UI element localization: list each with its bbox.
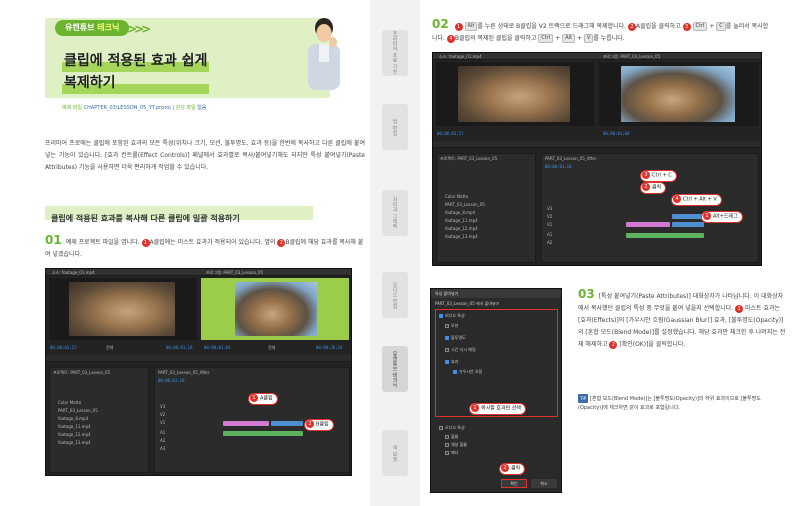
example-file-info: 예제 파일 CHAPTER_03\LESSON_05_YT.prproj | 완… (62, 105, 207, 111)
section-heading: 클립에 적용된 효과를 복사해 다른 클립에 일괄 적용하기 (45, 206, 313, 223)
chevron-decoration-icon: >>>> (120, 22, 151, 36)
callout-ok-click: 2 클릭 (499, 463, 526, 475)
opt-motion[interactable]: 모션 (445, 323, 458, 329)
callout-copy-effect: 1 복사할 효과만 선택 (469, 403, 526, 415)
audio-clip[interactable] (223, 431, 303, 436)
chapter-tab-6[interactable]: 색 보정 (382, 430, 408, 476)
step-03: 03 [특성 붙여넣기(Paste Attributes)] 대화상자가 나타납니… (578, 287, 786, 349)
source-monitor-2 (436, 62, 594, 126)
cat-program-thumbnail (235, 282, 317, 336)
paste-attributes-dialog: 특성 붙여넣기 PART_03_Lesson_05 에서 붙여넣기 비디오 특성… (430, 288, 562, 493)
clip-b-2[interactable] (672, 222, 704, 227)
chapter-tab-1[interactable]: 프리미어 프로 기초 (382, 30, 408, 76)
cancel-button[interactable]: 취소 (531, 479, 557, 488)
transport-controls-2[interactable] (433, 141, 761, 148)
chapter-tab-5[interactable]: 유캔튜브 테크닉 (382, 346, 408, 392)
program-monitor (201, 278, 349, 340)
step-01: 01 예제 프로젝트 파일을 엽니다. 1 A클립에는 미스트 효과가 적용되어 있… (45, 233, 364, 258)
callout-a-clip: 1 A클립 (248, 393, 278, 405)
callout-b-clip: 2 B클립 (304, 419, 334, 431)
step-02: 02 1 Alt 를 누른 상태로 B클립을 V2 트랙으로 드래그해 복제합니다… (432, 17, 769, 43)
audio-attributes-group[interactable]: 오디오 특성 (439, 425, 465, 431)
premiere-screenshot-2: 소스: footage_01.mp4 프로그램: PART_03_Lesson_… (432, 52, 762, 266)
source-monitor (49, 278, 197, 340)
opt-panner[interactable]: 패너 (445, 450, 458, 456)
dialog-source-label: PART_03_Lesson_05 에서 붙여넣기 (435, 301, 500, 306)
ok-button[interactable]: 확인 (501, 479, 527, 488)
project-panel-2: 프로젝트: PART_03_Lesson_05 Color Matte PART… (436, 153, 536, 263)
callout-ctrl-c: 3 Ctrl + C (640, 170, 677, 182)
program-monitor-2 (599, 62, 759, 126)
panel-tab-bar-2: 소스: footage_01.mp4 프로그램: PART_03_Lesson_… (433, 53, 761, 60)
video-attributes-group[interactable]: 비디오 특성 (439, 313, 465, 319)
lesson-title: 클립에 적용된 효과 쉽게 복제하기 (62, 50, 210, 94)
chapter-tab-2[interactable]: 컷 편집 (382, 104, 408, 150)
intro-paragraph: 프리미어 프로에는 클립에 포함된 효과의 모든 특성(위치나 크기, 모션, … (45, 140, 365, 171)
tip-note: TIP [혼합 모드(Blend Mode)]는 [불투명도(Opacity)]의… (578, 394, 761, 411)
opt-volume[interactable]: 볼륨 (445, 434, 458, 440)
dialog-title: 특성 붙여넣기 (431, 289, 561, 298)
opt-gaussian-blur[interactable]: 가우시안 흐림 (453, 369, 482, 375)
callout-alt-drag: 1 Alt+드래그 (701, 211, 743, 223)
tip-badge: TIP (578, 394, 589, 403)
callout-click: 2 클릭 (640, 182, 667, 194)
left-page: 유캔튜브 테크닉 >>>> 클립에 적용된 효과 쉽게 복제하기 예제 파일 C… (0, 0, 370, 506)
clip-b[interactable] (271, 421, 303, 426)
cat-footage-thumbnail (69, 282, 175, 336)
cat-program-thumbnail-2 (621, 66, 735, 122)
opt-opacity[interactable]: 불투명도 (445, 335, 466, 341)
clip-a[interactable] (223, 421, 269, 426)
audio-clip-2[interactable] (626, 233, 704, 238)
chapter-tab-3[interactable]: 자막과 그래픽 (382, 190, 408, 236)
opt-channel-volume[interactable]: 채널 볼륨 (445, 442, 467, 448)
clip-a-2[interactable] (626, 222, 670, 227)
cat-footage-thumbnail-2 (458, 66, 570, 122)
premiere-screenshot-1: 소스: footage_01.mp4 프로그램: PART_03_Lesson_… (45, 268, 352, 476)
callout-ctrl-alt-v: 4 Ctrl + Alt + V (671, 194, 722, 206)
project-panel: 프로젝트: PART_03_Lesson_05 Color Matte PART… (49, 367, 149, 473)
chapter-tab-4[interactable]: 오디오 편집 (382, 272, 408, 318)
presenter-illustration (308, 18, 340, 90)
transport-controls[interactable] (46, 355, 351, 362)
category-badge: 유캔튜브 테크닉 (55, 20, 130, 36)
panel-tab-bar: 소스: footage_01.mp4 프로그램: PART_03_Lesson_… (46, 269, 351, 276)
opt-effects[interactable]: 효과 (445, 359, 458, 365)
opt-time-remap[interactable]: 시간 다시 매핑 (445, 347, 476, 353)
clip-b-duplicate[interactable] (672, 214, 704, 219)
